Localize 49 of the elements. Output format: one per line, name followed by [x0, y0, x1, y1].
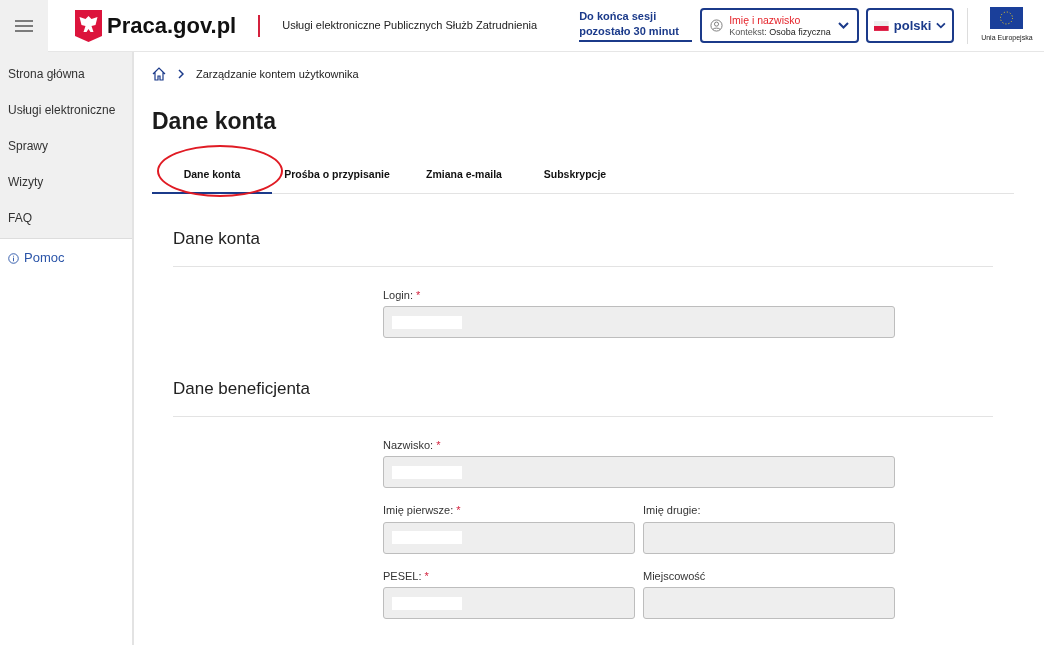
context-value: Osoba fizyczna	[769, 26, 831, 37]
menu-icon	[15, 19, 33, 32]
tab[interactable]: Subskrypcje	[526, 158, 624, 194]
required-marker: *	[436, 437, 441, 453]
tab[interactable]: Zmiana e-maila	[402, 158, 526, 194]
user-menu-button[interactable]: Imię i nazwisko Kontekst: Osoba fizyczna	[700, 8, 860, 43]
site-subtitle: Usługi elektroniczne Publicznych Służb Zatrudnienia	[282, 18, 538, 34]
info-icon	[8, 252, 19, 264]
field-label: Imię drugie:	[643, 503, 701, 518]
user-name: Imię i nazwisko	[729, 13, 801, 26]
chevron-right-icon	[178, 69, 184, 79]
tab[interactable]: Dane konta	[152, 158, 272, 194]
input-field[interactable]	[383, 521, 635, 554]
page-title: Dane konta	[152, 107, 278, 136]
eagle-emblem-icon	[75, 9, 102, 42]
eu-flag-icon	[990, 7, 1024, 30]
sidebar-item[interactable]: FAQ	[0, 200, 132, 236]
field-label: PESEL:	[383, 568, 422, 584]
input-field[interactable]	[383, 587, 635, 619]
sidebar-item[interactable]: Wizyty	[0, 164, 132, 200]
chevron-down-icon	[936, 22, 947, 29]
polish-flag-icon	[874, 20, 889, 31]
required-marker: *	[456, 503, 461, 518]
section-title: Dane konta	[173, 226, 993, 267]
field-label: Miejscowość	[643, 568, 706, 584]
required-marker: *	[424, 568, 429, 584]
required-marker: *	[416, 287, 421, 303]
help-link[interactable]: Pomoc	[0, 239, 132, 277]
input-field[interactable]	[643, 521, 895, 554]
menu-button[interactable]	[0, 0, 48, 52]
input-field[interactable]	[383, 456, 895, 488]
sidebar-item[interactable]: Strona główna	[0, 56, 132, 92]
section-title: Dane beneficjenta	[173, 376, 993, 417]
input-field[interactable]	[643, 587, 895, 619]
input-field[interactable]	[383, 306, 895, 338]
site-logo[interactable]: Praca.gov.pl	[107, 9, 237, 42]
sidebar-item[interactable]: Usługi elektroniczne	[0, 92, 132, 128]
home-icon[interactable]	[152, 67, 166, 81]
tab[interactable]: Prośba o przypisanie	[272, 158, 402, 194]
chevron-down-icon	[838, 22, 850, 29]
context-label: Kontekst:	[729, 26, 767, 37]
session-timer[interactable]: Do końca sesji pozostało 30 minut	[579, 9, 693, 42]
sidebar-item[interactable]: Sprawy	[0, 128, 132, 164]
user-icon	[710, 19, 724, 32]
field-label: Imię pierwsze:	[383, 503, 454, 518]
field-label: Nazwisko:	[383, 437, 434, 453]
language-button[interactable]: polski	[866, 8, 955, 43]
field-label: Login:	[383, 287, 413, 303]
breadcrumb-item: Zarządzanie kontem użytkownika	[196, 66, 359, 82]
